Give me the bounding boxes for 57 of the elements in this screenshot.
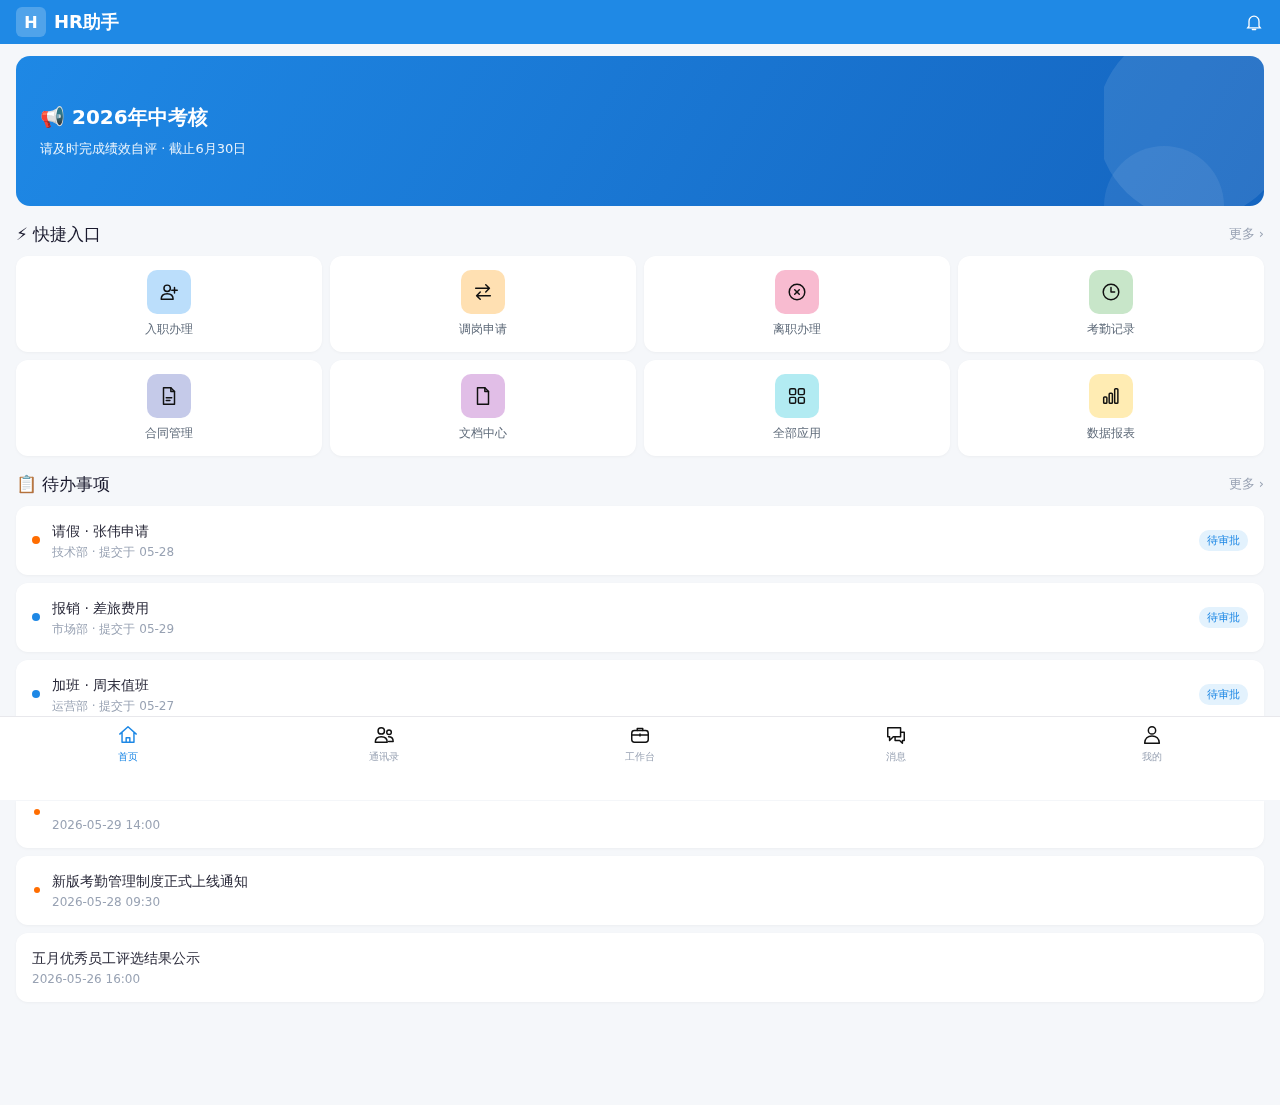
shortcut-label: 合同管理 [145,425,193,442]
notice-time: 2026-05-29 14:00 [52,817,162,834]
shortcut-label: 考勤记录 [1087,321,1135,338]
todo-title: 加班 · 周末值班 [52,676,151,695]
home-icon [117,724,139,746]
notice-card[interactable]: 新版考勤管理制度正式上线通知 2026-05-28 09:30 [16,856,1264,925]
shortcut-label: 离职办理 [773,321,821,338]
shortcut-label: 全部应用 [773,425,821,442]
todo-card[interactable]: 请假 · 张伟申请 技术部 · 提交于 05-28 待审批 [16,506,1264,575]
notice-title: 五月优秀员工评选结果公示 [32,949,201,968]
nav-label: 首页 [118,750,138,764]
nav-label: 通讯录 [369,750,399,764]
clock-icon [1100,281,1122,303]
nav-label: 消息 [886,750,906,764]
shortcut-label: 文档中心 [459,425,507,442]
shortcut-tile[interactable]: 数据报表 [958,360,1264,456]
app-logo: H [16,7,46,37]
bar-chart-icon [1100,385,1122,407]
todo-meta: 运营部 · 提交于 05-27 [52,698,176,715]
x-circle-icon [786,281,808,303]
notice-time: 2026-05-26 16:00 [32,971,142,988]
app-title: HR助手 [54,10,120,34]
shortcut-tile[interactable]: 合同管理 [16,360,322,456]
notice-time: 2026-05-28 09:30 [52,894,162,911]
shortcut-tile[interactable]: 全部应用 [644,360,950,456]
shortcut-tile[interactable]: 文档中心 [330,360,636,456]
shortcut-label: 调岗申请 [459,321,507,338]
nav-label: 我的 [1142,750,1162,764]
section-title: 📋 待办事项 [16,472,111,496]
shortcut-tile[interactable]: 考勤记录 [958,256,1264,352]
status-badge: 待审批 [1199,530,1248,551]
todo-card[interactable]: 报销 · 差旅费用 市场部 · 提交于 05-29 待审批 [16,583,1264,652]
shortcut-tile[interactable]: 调岗申请 [330,256,636,352]
banner-title: 📢 2026年中考核 [40,104,209,130]
person-icon [1141,724,1163,746]
user-plus-icon [158,281,180,303]
nav-label: 工作台 [625,750,655,764]
todo-meta: 市场部 · 提交于 05-29 [52,621,176,638]
chat-icon [885,724,907,746]
banner-subtitle: 请及时完成绩效自评 · 截止6月30日 [40,140,248,158]
todo-title: 请假 · 张伟申请 [52,522,151,541]
notice-title: 新版考勤管理制度正式上线通知 [52,872,249,891]
grid-icon [786,385,808,407]
todo-card[interactable]: 加班 · 周末值班 运营部 · 提交于 05-27 待审批 [16,660,1264,716]
shortcut-tile[interactable]: 入职办理 [16,256,322,352]
shortcut-label: 入职办理 [145,321,193,338]
status-badge: 待审批 [1199,607,1248,628]
status-badge: 待审批 [1199,684,1248,705]
todo-meta: 技术部 · 提交于 05-28 [52,544,176,561]
nav-tab[interactable]: 首页 [117,724,139,764]
section-title: ⚡ 快捷入口 [16,222,102,246]
todo-title: 报销 · 差旅费用 [52,599,151,618]
shortcut-tile[interactable]: 离职办理 [644,256,950,352]
shortcut-label: 数据报表 [1087,425,1135,442]
notice-card[interactable]: 五月优秀员工评选结果公示 2026-05-26 16:00 [16,933,1264,1002]
swap-arrows-icon [472,281,494,303]
people-icon [373,724,395,746]
